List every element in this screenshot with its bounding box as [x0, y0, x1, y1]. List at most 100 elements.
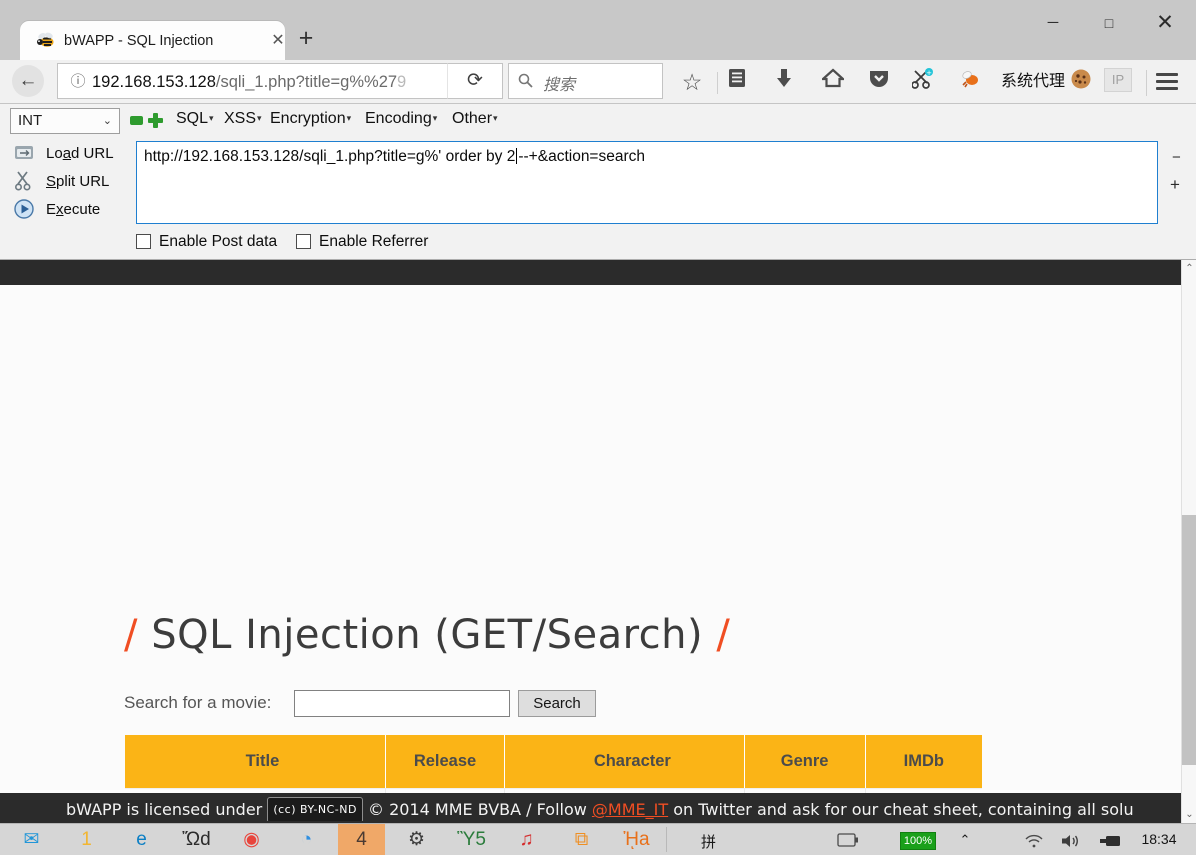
- title-slash-left: /: [124, 612, 138, 658]
- encryption-menu[interactable]: Encryption▾: [270, 110, 351, 132]
- taskbar-firefox[interactable]: ᾘa: [613, 824, 660, 855]
- taskbar-clock[interactable]: 18:34: [1130, 824, 1188, 855]
- bee-favicon-icon: [36, 31, 56, 50]
- power-plug-icon[interactable]: [1098, 824, 1128, 855]
- home-icon[interactable]: [822, 68, 850, 96]
- hackbar-collapse-button[interactable]: [130, 116, 143, 125]
- taskbar-chrome[interactable]: ◉: [228, 824, 275, 855]
- sql-menu[interactable]: SQL▾: [176, 110, 214, 132]
- taskbar-store[interactable]: Ὤd: [173, 824, 220, 855]
- tray-chevron-up-icon[interactable]: ⌃: [954, 824, 976, 855]
- other-menu[interactable]: Other▾: [452, 110, 498, 132]
- enable-referrer-checkbox-box[interactable]: [296, 234, 311, 249]
- title-bar: bWAPP - SQL Injection ✕ + ─ □ ✕: [0, 0, 1196, 60]
- split-url-action[interactable]: Split URL: [6, 168, 134, 196]
- window-controls: ─ □ ✕: [1016, 0, 1196, 46]
- footer-mid: © 2014 MME BVBA / Follow: [368, 800, 587, 819]
- chevron-down-icon: ▾: [347, 113, 352, 123]
- library-icon[interactable]: [728, 68, 756, 96]
- system-proxy-label[interactable]: 系统代理: [988, 68, 1078, 96]
- page-scrollbar[interactable]: ⌃ ⌄: [1181, 260, 1196, 823]
- url-host: 192.168.153.128: [92, 73, 216, 91]
- volume-icon[interactable]: [1060, 824, 1086, 855]
- url-path: /sqli_1.php?title=g%%27: [216, 73, 397, 91]
- firebug-icon[interactable]: [960, 68, 988, 96]
- minimize-button[interactable]: ─: [1030, 0, 1076, 46]
- chevron-down-icon: ▾: [433, 113, 438, 123]
- taskbar-edge[interactable]: e: [118, 824, 165, 855]
- reload-icon[interactable]: ⟳: [447, 63, 503, 99]
- url-tail: 9: [397, 73, 406, 91]
- cc-license-badge: (cc) BY-NC-ND: [267, 797, 363, 821]
- hackbar-font-increase-button[interactable]: +: [1170, 175, 1180, 195]
- execute-label: Execute: [46, 200, 100, 220]
- other-menu-label: Other: [452, 110, 492, 127]
- enable-post-data-checkbox-box[interactable]: [136, 234, 151, 249]
- nav-divider-right: [1146, 70, 1147, 96]
- browser-search-box[interactable]: 搜索: [508, 63, 663, 99]
- site-info-icon[interactable]: ⓘ: [68, 72, 88, 92]
- taskbar-remote-desktop[interactable]: Ὓ5: [448, 824, 495, 855]
- taskbar-mail[interactable]: ✉: [8, 824, 55, 855]
- search-placeholder: 搜索: [543, 71, 575, 95]
- back-button[interactable]: ←: [12, 65, 44, 97]
- execute-icon: [14, 199, 36, 221]
- ip-badge[interactable]: IP: [1104, 68, 1132, 92]
- pocket-icon[interactable]: [869, 68, 897, 96]
- table-header-imdb: IMDb: [866, 735, 982, 788]
- bookmark-star-icon[interactable]: ☆: [678, 68, 706, 96]
- page-header-strip: [0, 260, 1181, 285]
- taskbar-settings[interactable]: ⚙: [393, 824, 440, 855]
- taskbar-user-app[interactable]: ὆4: [338, 824, 385, 855]
- cookie-icon[interactable]: [1070, 68, 1098, 96]
- downloads-icon[interactable]: [775, 68, 803, 96]
- nav-divider: [717, 72, 718, 94]
- load-url-label: Load URL: [46, 144, 114, 164]
- taskbar-360browser[interactable]: ◔: [283, 824, 330, 855]
- search-movie-input[interactable]: [294, 690, 510, 717]
- search-submit-button[interactable]: Search: [518, 690, 596, 717]
- footer-suffix: on Twitter and ask for our cheat sheet, …: [673, 800, 1133, 819]
- search-icon: [518, 73, 533, 88]
- page-content: / SQL Injection (GET/Search) / Search fo…: [0, 285, 1181, 793]
- execute-action[interactable]: Execute: [6, 196, 134, 224]
- twitter-handle-link[interactable]: @MME_IT: [592, 800, 668, 819]
- search-movie-label: Search for a movie:: [124, 693, 271, 713]
- encoding-menu-label: Encoding: [365, 110, 432, 127]
- hackbar-expand-button[interactable]: [148, 113, 163, 128]
- browser-tab[interactable]: bWAPP - SQL Injection ✕: [20, 21, 285, 60]
- ime-indicator[interactable]: 拼: [701, 831, 716, 852]
- table-header-row: Title Release Character Genre IMDb: [125, 735, 982, 788]
- menu-hamburger-icon[interactable]: [1148, 62, 1186, 100]
- hackbar-scissors-icon[interactable]: +: [912, 68, 942, 96]
- chevron-down-icon: ▾: [209, 113, 214, 123]
- load-url-action[interactable]: Load URL: [6, 140, 134, 168]
- page-header-ghost-text: [95, 260, 100, 267]
- new-tab-button[interactable]: +: [293, 26, 319, 52]
- hackbar-type-select[interactable]: INT ⌄: [10, 108, 120, 134]
- scrollbar-thumb[interactable]: [1182, 515, 1196, 765]
- hackbar-url-textarea[interactable]: http://192.168.153.128/sqli_1.php?title=…: [136, 141, 1158, 224]
- taskbar-divider: [666, 827, 667, 852]
- xss-menu[interactable]: XSS▾: [224, 110, 262, 132]
- load-url-icon: [14, 143, 36, 165]
- maximize-button[interactable]: □: [1086, 0, 1132, 46]
- battery-icon[interactable]: [837, 824, 861, 855]
- url-bar[interactable]: ⓘ 192.168.153.128/sqli_1.php?title=g%%27…: [57, 63, 447, 99]
- scroll-down-icon[interactable]: ⌄: [1182, 806, 1196, 823]
- footer-prefix: bWAPP is licensed under: [66, 800, 262, 819]
- hackbar-action-list: Load URL Split URL Execute: [6, 140, 134, 224]
- close-button[interactable]: ✕: [1142, 0, 1188, 46]
- url-text: 192.168.153.128/sqli_1.php?title=g%%279: [92, 70, 437, 94]
- tab-close-icon[interactable]: ✕: [268, 31, 288, 51]
- encoding-menu[interactable]: Encoding▾: [365, 110, 437, 132]
- tab-title: bWAPP - SQL Injection: [64, 31, 234, 51]
- taskbar-file-explorer[interactable]: ὜1: [63, 824, 110, 855]
- xss-menu-label: XSS: [224, 110, 256, 127]
- taskbar-netease-music[interactable]: ♫: [503, 824, 550, 855]
- taskbar-vmware[interactable]: ⧉: [558, 824, 605, 855]
- wifi-icon[interactable]: [1024, 824, 1048, 855]
- hackbar-font-decrease-button[interactable]: −: [1172, 149, 1181, 166]
- chevron-down-icon: ▾: [493, 113, 498, 123]
- scroll-up-icon[interactable]: ⌃: [1182, 260, 1196, 277]
